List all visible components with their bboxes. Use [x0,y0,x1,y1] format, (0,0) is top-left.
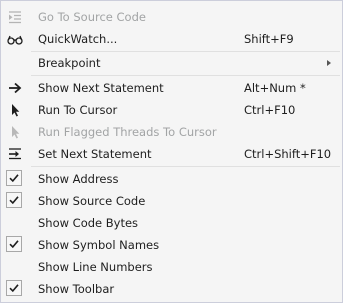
context-menu: Go To Source Code QuickWatch... Shift+F9… [0,0,343,303]
cursor-icon [7,124,23,140]
cursor-icon [7,102,23,118]
shortcut-text: Ctrl+Shift+F10 [244,147,332,161]
submenu-arrow-icon [327,60,331,66]
menu-item-label: Show Address [38,172,119,186]
menu-item-label: Run To Cursor [38,103,118,117]
menu-separator [31,166,340,167]
checkbox[interactable] [6,280,22,296]
menu-item-show-next-statement[interactable]: Show Next Statement Alt+Num * [1,77,342,99]
menu-item-show-source-code[interactable]: Show Source Code [1,190,342,212]
menu-item-run-to-cursor[interactable]: Run To Cursor Ctrl+F10 [1,99,342,121]
menu-item-show-address[interactable]: Show Address [1,168,342,190]
menu-item-label: Show Code Bytes [38,216,139,230]
menu-item-label: Show Source Code [38,194,146,208]
checkmark-icon [9,196,19,205]
menu-item-show-code-bytes[interactable]: Show Code Bytes [1,212,342,234]
shortcut-text: Alt+Num * [244,81,306,95]
menu-item-quickwatch[interactable]: QuickWatch... Shift+F9 [1,28,342,50]
arrow-right-icon [7,80,23,96]
checkbox[interactable] [6,192,22,208]
menu-item-breakpoint[interactable]: Breakpoint [1,52,342,74]
checkmark-icon [9,284,19,293]
set-next-statement-icon [7,146,23,162]
menu-item-label: QuickWatch... [38,32,118,46]
menu-item-show-symbol-names[interactable]: Show Symbol Names [1,234,342,256]
menu-item-run-flagged-threads[interactable]: Run Flagged Threads To Cursor [1,121,342,143]
menu-item-show-toolbar[interactable]: Show Toolbar [1,278,342,300]
glasses-icon [7,31,23,47]
source-list-icon [7,9,23,25]
menu-item-label: Show Symbol Names [38,238,160,252]
menu-item-label: Go To Source Code [38,10,146,24]
checkmark-icon [9,174,19,183]
menu-item-show-line-numbers[interactable]: Show Line Numbers [1,256,342,278]
checkmark-icon [9,240,19,249]
checkbox[interactable] [6,236,22,252]
menu-item-label: Show Next Statement [38,81,164,95]
menu-item-set-next-statement[interactable]: Set Next Statement Ctrl+Shift+F10 [1,143,342,165]
shortcut-text: Shift+F9 [244,32,294,46]
checkbox[interactable] [6,170,22,186]
menu-item-label: Show Line Numbers [38,260,153,274]
menu-item-label: Set Next Statement [38,147,152,161]
menu-item-go-to-source-code[interactable]: Go To Source Code [1,6,342,28]
menu-item-label: Show Toolbar [38,282,115,296]
menu-separator [31,75,340,76]
menu-item-label: Breakpoint [38,56,101,70]
shortcut-text: Ctrl+F10 [244,103,296,117]
menu-item-label: Run Flagged Threads To Cursor [38,125,217,139]
